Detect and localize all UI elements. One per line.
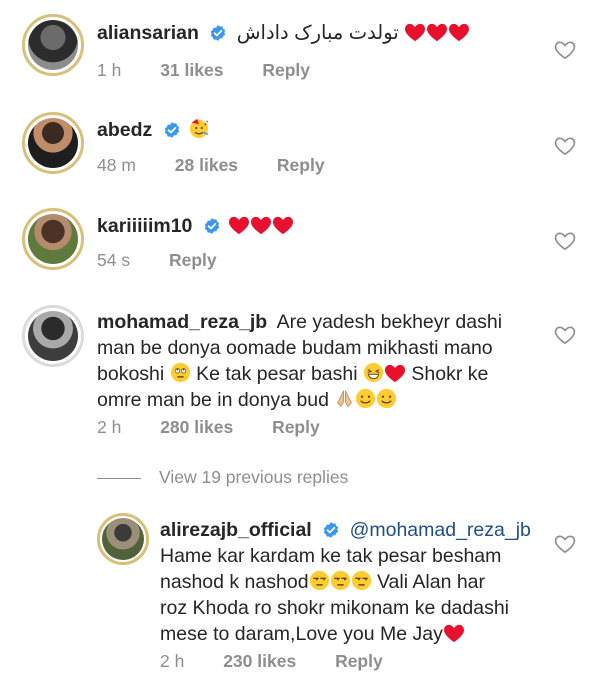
comment-text: mohamad_reza_jb Are yadesh bekheyr dashi… [97,309,547,413]
timestamp: 54 s [97,250,131,270]
red-heart-emoji [426,22,448,42]
reply-button[interactable]: Reply [169,250,217,270]
username[interactable]: alirezajb_official [160,519,312,541]
heart-outline-icon[interactable] [554,231,576,251]
comment-line: Vali Alan har [376,571,486,593]
laughing-emoji [376,388,397,409]
reply-button[interactable]: Reply [272,417,320,437]
laughing-emoji [355,388,376,409]
avatar-photo [102,518,144,560]
comment-line: mese to daram,Love you Me Jay [160,623,443,645]
reply-button[interactable]: Reply [335,651,383,671]
comment-line: Shokr ke [411,363,489,385]
likes-count[interactable]: 280 likes [160,417,233,437]
avatar[interactable] [22,208,84,270]
red-heart-emoji [250,215,272,235]
comment-line: omre man be in donya bud [97,389,329,411]
comment-meta: 2 h 230 likes Reply [160,651,417,672]
timestamp: 1 h [97,60,122,80]
comment-text: kariiiiim10 [97,213,294,239]
heart-outline-icon[interactable] [554,40,576,60]
comment-line-group: nashod k nashod Vali Alan har [160,569,550,595]
avatar-photo [28,118,78,168]
comment-line: bokoshi [97,363,165,385]
view-replies-divider [97,478,141,479]
reply-button[interactable]: Reply [262,60,310,80]
comment-line: nashod k nashod [160,571,309,593]
avatar-photo [28,214,78,264]
red-heart-emoji [272,215,294,235]
comment-line: Hame kar kardam ke tak pesar besham [160,545,502,567]
comment-line: Are yadesh bekheyr dashi [276,311,503,333]
red-heart-emoji [443,623,465,643]
comment-meta: 48 m 28 likes Reply [97,155,359,176]
username[interactable]: abedz [97,119,152,141]
heart-outline-icon[interactable] [554,534,576,554]
red-heart-emoji [404,22,426,42]
likes-count[interactable]: 31 likes [160,60,223,80]
avatar-photo [28,311,78,361]
timestamp: 2 h [97,417,122,437]
avatar[interactable] [22,14,84,76]
comment-meta: 54 s Reply [97,250,251,271]
unamused-emoji [309,570,330,591]
comment-line-group: mese to daram,Love you Me Jay [160,621,550,647]
username[interactable]: mohamad_reza_jb [97,311,267,333]
party-face-emoji [188,117,210,139]
comment-line: roz Khoda ro shokr mikonam ke dadashi [160,597,510,619]
verified-badge-icon [322,521,340,539]
comment-line: Ke tak pesar bashi [196,363,358,385]
username[interactable]: kariiiiim10 [97,215,192,237]
comment-line-group: bokoshi Ke tak pesar bashi Shokr ke [97,361,547,387]
grin-emoji [363,362,384,383]
comment-body: تولدت مبارک داداش [236,22,399,44]
comment-text: aliansarian تولدت مبارک داداش [97,20,470,46]
comment-meta: 1 h 31 likes Reply [97,60,344,81]
verified-badge-icon [163,121,181,139]
username[interactable]: aliansarian [97,22,199,44]
comment-text: alirezajb_official @mohamad_reza_jb Hame… [160,517,550,647]
red-heart-emoji [384,363,406,383]
comment-meta: 2 h 280 likes Reply [97,417,354,438]
timestamp: 48 m [97,155,136,175]
reply-button[interactable]: Reply [277,155,325,175]
likes-count[interactable]: 230 likes [223,651,296,671]
avatar[interactable] [22,305,84,367]
timestamp: 2 h [160,651,185,671]
likes-count[interactable]: 28 likes [175,155,238,175]
view-previous-replies-link[interactable]: View 19 previous replies [159,467,348,488]
avatar[interactable] [97,513,149,565]
heart-outline-icon[interactable] [554,325,576,345]
comment-text: abedz [97,117,210,143]
comment-line: man be donya oomade budam mikhasti mano [97,337,493,359]
mention-link[interactable]: @mohamad_reza_jb [350,519,531,541]
heart-outline-icon[interactable] [554,136,576,156]
verified-badge-icon [203,217,221,235]
red-heart-emoji [448,22,470,42]
avatar[interactable] [22,112,84,174]
eye-roll-emoji [170,362,191,383]
comment-line-group: omre man be in donya bud [97,387,547,413]
verified-badge-icon [209,24,227,42]
unamused-emoji [330,570,351,591]
pray-emoji [334,388,355,409]
red-heart-emoji [228,215,250,235]
unamused-emoji [351,570,372,591]
avatar-photo [28,20,78,70]
